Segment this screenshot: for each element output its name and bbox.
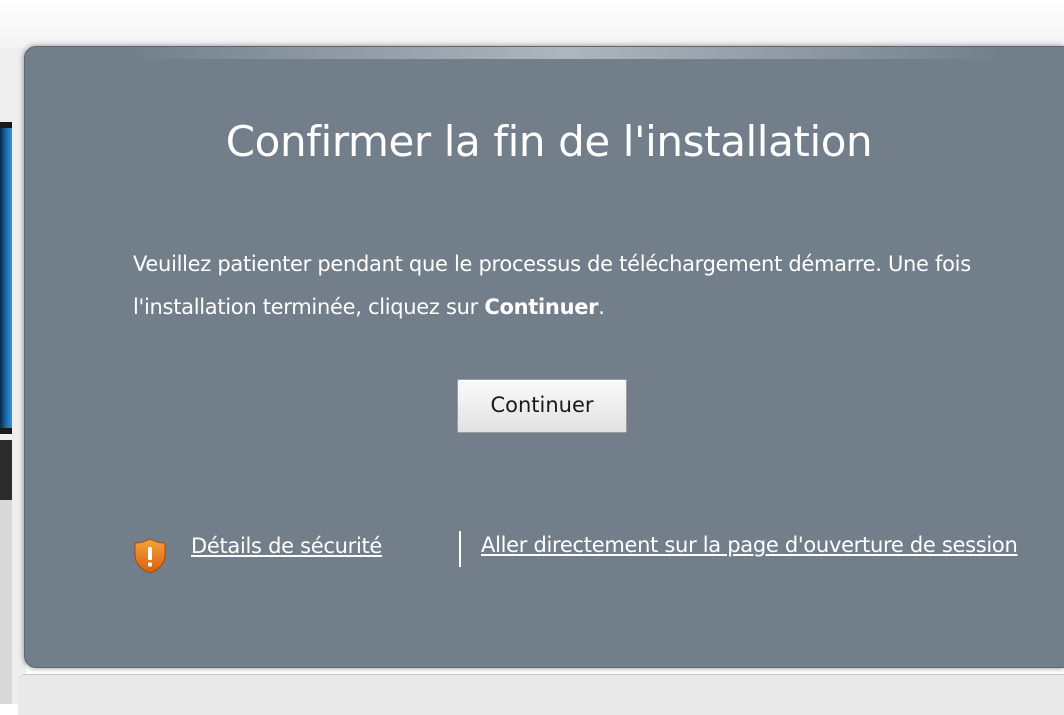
install-confirm-dialog: Confirmer la fin de l'installation Veuil… bbox=[24, 46, 1064, 668]
link-divider bbox=[459, 531, 461, 567]
dialog-title: Confirmer la fin de l'installation bbox=[225, 117, 873, 166]
background-screen-edge bbox=[0, 122, 12, 434]
dialog-top-highlight bbox=[125, 47, 1005, 59]
background-light-edge bbox=[0, 500, 12, 704]
background-bottom-panel bbox=[18, 674, 1064, 715]
security-details-link[interactable]: Détails de sécurité bbox=[191, 534, 382, 558]
shield-warning-icon[interactable] bbox=[133, 537, 167, 575]
message-emphasis: Continuer bbox=[484, 295, 599, 319]
background-dark-edge bbox=[0, 440, 12, 500]
go-to-session-page-link[interactable]: Aller directement sur la page d'ouvertur… bbox=[481, 524, 1041, 566]
continue-button[interactable]: Continuer bbox=[457, 379, 627, 433]
dialog-message: Veuillez patienter pendant que le proces… bbox=[133, 243, 993, 329]
message-end: . bbox=[598, 295, 605, 319]
background-window-top bbox=[0, 0, 1064, 48]
